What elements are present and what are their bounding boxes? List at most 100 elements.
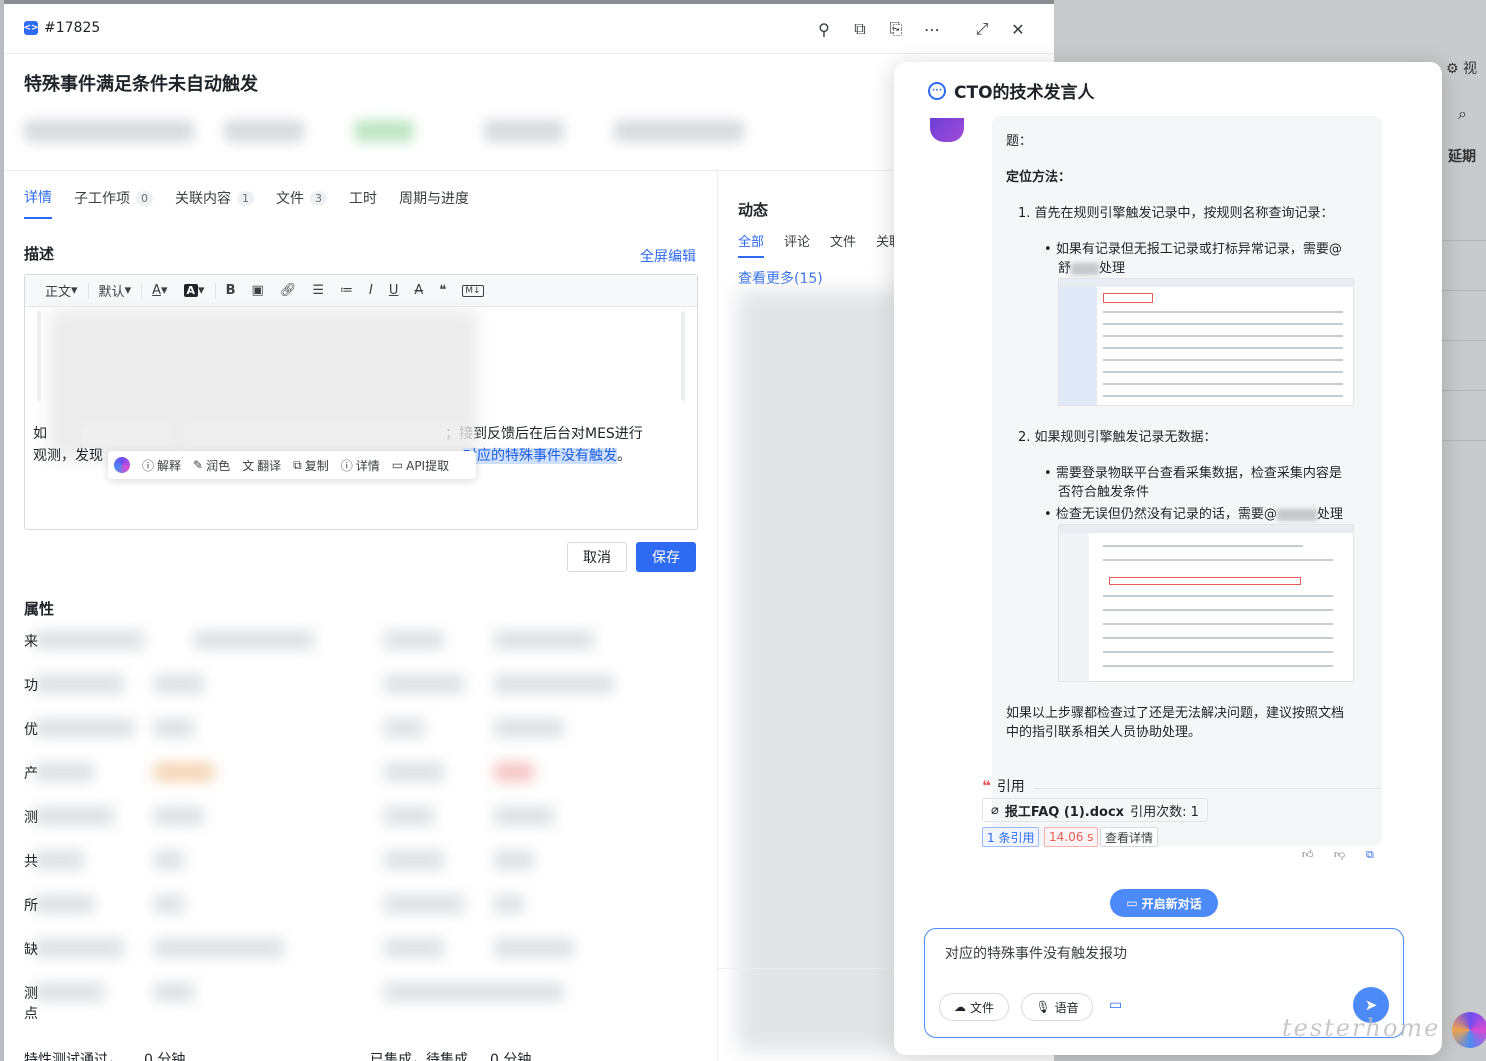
- activity-tabs: 全部 评论 文件 关联: [738, 231, 902, 258]
- fullscreen-edit-link[interactable]: 全屏编辑: [640, 246, 696, 266]
- ai-assistant-logo[interactable]: [1452, 1012, 1486, 1048]
- screenshot-thumbnail[interactable]: [1058, 524, 1354, 682]
- highlight-color-icon[interactable]: A ▾: [176, 275, 213, 307]
- activity-tab-files[interactable]: 文件: [830, 231, 856, 258]
- thumb-row: [1103, 595, 1333, 597]
- redacted-text-blur: [81, 423, 171, 445]
- row-divider: [1440, 390, 1486, 391]
- save-button[interactable]: 保存: [636, 542, 696, 572]
- message-text: 题：: [1006, 134, 1033, 149]
- info-icon: ⓘ: [340, 458, 353, 473]
- chat-input[interactable]: 对应的特殊事件没有触发报功: [945, 943, 1127, 963]
- thumbs-down-icon[interactable]: 👎︎: [1334, 848, 1345, 861]
- api-extract-button[interactable]: ▭ API提取: [392, 457, 449, 474]
- translate-button[interactable]: 文翻译: [242, 457, 281, 474]
- redacted-name: [1071, 262, 1100, 275]
- message-bullet-cont: 否符合触发条件: [1058, 485, 1150, 500]
- close-icon[interactable]: ✕: [1000, 18, 1036, 40]
- thumb-row: [1103, 609, 1333, 611]
- thumb-bar: [1059, 279, 1353, 287]
- tab-worktime[interactable]: 工时: [349, 187, 377, 219]
- tab-details[interactable]: 详情: [24, 187, 52, 219]
- numbered-list-icon[interactable]: ≔: [332, 275, 361, 307]
- time-value: 0 分钟: [490, 1052, 532, 1061]
- tab-files[interactable]: 文件 3: [276, 187, 327, 219]
- activity-blurred: [738, 291, 898, 1051]
- image-icon[interactable]: ▣: [244, 275, 272, 307]
- link-icon[interactable]: ⎘: [878, 18, 914, 40]
- strikethrough-icon[interactable]: A: [406, 275, 431, 307]
- thumb-row: [1103, 559, 1333, 561]
- view-detail-button[interactable]: 查看详情: [1100, 827, 1159, 847]
- view-more-link[interactable]: 查看更多(15): [738, 268, 823, 288]
- thumb-row: [1103, 347, 1343, 349]
- copy-icon[interactable]: ⧉: [1366, 848, 1374, 862]
- thumb-row: [1103, 665, 1333, 667]
- copy-button[interactable]: ⧉ 复制: [293, 457, 329, 474]
- thumb-row: [1103, 623, 1333, 625]
- citation-count-tag[interactable]: 1 条引用: [982, 827, 1040, 847]
- tab-cycle[interactable]: 周期与进度: [399, 187, 469, 219]
- tab-related[interactable]: 关联内容 1: [175, 187, 254, 219]
- pin-icon[interactable]: ⚲: [806, 18, 842, 40]
- activity-tab-all[interactable]: 全部: [738, 231, 765, 258]
- copy-icon[interactable]: ⧉: [842, 18, 878, 40]
- properties-title: 属性: [24, 600, 55, 618]
- message-heading: 定位方法：: [1006, 170, 1072, 185]
- cancel-button[interactable]: 取消: [567, 542, 627, 572]
- markdown-icon[interactable]: M↓: [454, 275, 491, 307]
- thumb-row: [1103, 311, 1343, 313]
- time-value: 0 分钟: [144, 1052, 186, 1061]
- citation-file[interactable]: ⌀ 报工FAQ (1).docx 引用次数: 1: [982, 798, 1208, 822]
- font-color-icon[interactable]: A ▾: [144, 275, 175, 307]
- message-text: 中的指引联系相关人员协助处理。: [1006, 725, 1202, 740]
- search-icon[interactable]: ⌕: [1458, 104, 1482, 128]
- more-icon[interactable]: ⋯: [914, 18, 950, 40]
- detail-button[interactable]: ⓘ 详情: [341, 457, 380, 474]
- thumb-row: [1103, 383, 1343, 385]
- thumb-sidebar: [1059, 533, 1089, 681]
- thumb-row: [1103, 545, 1303, 547]
- thumb-row: [1103, 651, 1333, 653]
- thumb-row: [1103, 371, 1343, 373]
- message-step: 1. 首先在规则引擎触发记录中，按规则名称查询记录：: [1018, 206, 1334, 221]
- screenshot-thumbnail[interactable]: [1058, 278, 1354, 406]
- chat-bubble-icon: ···: [928, 81, 946, 100]
- description-title: 描述: [24, 245, 55, 263]
- issue-id: <> #17825: [23, 20, 101, 36]
- bold-icon[interactable]: B: [218, 275, 244, 307]
- italic-icon[interactable]: I: [361, 275, 381, 307]
- chat-title: ··· CTO的技术发言人: [928, 78, 1095, 103]
- link-icon[interactable]: 🔗︎: [272, 275, 305, 307]
- new-chat-button[interactable]: ▭ 开启新对话: [1110, 889, 1218, 917]
- tab-subitems[interactable]: 子工作项 0: [74, 187, 153, 219]
- underline-icon[interactable]: U: [381, 275, 407, 307]
- view-settings[interactable]: ⚙ 视: [1446, 58, 1477, 78]
- polish-button[interactable]: ✎ 润色: [193, 457, 230, 474]
- count-badge: 3: [310, 190, 327, 206]
- property-label: 来: [24, 634, 38, 650]
- message-icon[interactable]: ▭: [1109, 997, 1122, 1013]
- thumb-bar: [1059, 525, 1353, 533]
- thumbs-up-icon[interactable]: 👍︎: [1302, 848, 1314, 861]
- activity-tab-comments[interactable]: 评论: [784, 231, 810, 258]
- ai-selection-toolbar: ⓘ 解释 ✎ 润色 文翻译 ⧉ 复制 ⓘ 详情 ▭ API提取: [108, 451, 476, 479]
- time-label: 特性测试通过，: [24, 1052, 122, 1061]
- divider: [1034, 788, 1380, 789]
- description-editor[interactable]: 正文 ▾ 默认 ▾ A ▾ A ▾ B ▣ 🔗︎ ☰ ≔ I U A ❝ M↓: [24, 274, 698, 530]
- bullet-list-icon[interactable]: ☰: [304, 275, 332, 307]
- font-select[interactable]: 默认 ▾: [91, 275, 140, 307]
- upload-file-button[interactable]: ☁ 文件: [939, 993, 1009, 1021]
- expand-icon[interactable]: ⤢: [964, 18, 1000, 40]
- explain-button[interactable]: ⓘ 解释: [142, 457, 181, 474]
- column-header-delay: 延期: [1448, 149, 1476, 165]
- activity-title: 动态: [738, 201, 769, 219]
- property-label: 共: [24, 854, 38, 870]
- paragraph-style-select[interactable]: 正文 ▾: [37, 275, 86, 307]
- voice-input-button[interactable]: 🎙︎ 语音: [1021, 993, 1093, 1021]
- pen-icon: ✎: [193, 458, 204, 472]
- quote-icon[interactable]: ❝: [431, 275, 454, 307]
- row-divider: [1440, 290, 1486, 291]
- thumb-row: [1103, 395, 1343, 397]
